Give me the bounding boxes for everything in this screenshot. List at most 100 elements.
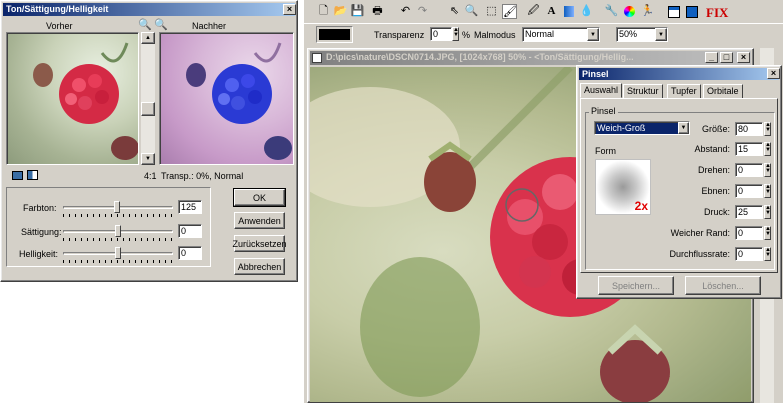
slider-label: Farbton: [23,203,57,213]
brush-param-label: Weicher Rand: [670,228,730,238]
chevron-down-icon[interactable]: ▼ [587,28,599,41]
scroll-thumb[interactable] [141,102,155,116]
brush-panel-titlebar[interactable]: Pinsel [579,68,779,80]
brush-param-field[interactable]: 0 [735,247,763,261]
chevron-down-icon[interactable]: ▼ [678,122,689,134]
slider-value-field[interactable]: 0 [178,224,202,238]
brush-param-spinner[interactable]: ▲ ▼ [764,122,771,136]
minimize-icon[interactable]: _ [705,52,718,63]
brush-param-label: Drehen: [697,165,730,175]
slider-value-field[interactable]: 125 [178,200,202,214]
form-scale: 2x [634,199,648,213]
slider-ticks [63,260,173,263]
apply-button[interactable]: Anwenden [234,212,285,229]
slider-value-field[interactable]: 0 [178,246,202,260]
brush-param-spinner[interactable]: ▲ ▼ [764,226,771,240]
tab-struktur[interactable]: Struktur [623,84,663,99]
before-preview[interactable] [6,32,139,165]
ok-button[interactable]: OK [233,188,286,207]
tab-orbitale[interactable]: Orbitale [703,84,743,99]
brush-type-value: Weich-Groß [597,123,646,133]
preview-mode-icon[interactable] [12,171,23,180]
options-toolbar: Transparenz 0 ▲ ▼ % Malmodus Normal ▼ 50%… [304,23,783,45]
zoom-out-icon[interactable]: 🔍 [154,18,168,31]
split-view-icon[interactable] [27,170,38,180]
fix-button[interactable]: FIX [706,5,728,21]
brush-param-field[interactable]: 15 [735,142,763,156]
brush-param-field[interactable]: 0 [735,184,763,198]
transparency-spinner[interactable]: ▲ ▼ [452,27,459,41]
zoom-select[interactable]: 50% ▼ [616,27,668,42]
pipette-icon[interactable]: 🖉 [526,4,541,19]
tab-tupfer[interactable]: Tupfer [667,84,701,99]
blend-mode-select[interactable]: Normal ▼ [522,27,600,42]
tile-icon[interactable] [684,4,699,19]
brush-param-label: Abstand: [694,144,730,154]
brush-param-spinner[interactable]: ▲ ▼ [764,205,771,219]
zoom-in-icon[interactable]: 🔍 [138,18,152,31]
preview-scrollbar[interactable]: ▲ ▼ [141,32,155,165]
maximize-icon[interactable]: □ [720,52,733,63]
slider-thumb[interactable] [115,247,121,259]
chevron-down-icon[interactable]: ▼ [655,28,667,41]
pointer-icon[interactable]: ⇖ [447,4,462,19]
image-window-titlebar[interactable]: D:\pics\nature\DSCN0714.JPG, [1024x768] … [310,51,751,65]
fill-icon[interactable] [562,4,577,19]
tab-auswahl[interactable]: Auswahl [580,83,623,98]
image-window-title: D:\pics\nature\DSCN0714.JPG, [1024x768] … [326,52,634,62]
figure-icon[interactable]: 🏃 [640,4,655,19]
print-icon[interactable]: 🖶 [370,4,385,19]
raspberry-blue-image [186,42,292,160]
close-icon[interactable]: × [737,52,750,63]
delete-brush-button[interactable]: Löschen... [685,276,761,295]
brush-panel-title: Pinsel [582,69,609,79]
brush-shape-preview: 2x [595,159,651,215]
brush-param-field[interactable]: 25 [735,205,763,219]
open-folder-icon[interactable]: 📂 [333,4,348,19]
main-toolbar: 🗋 📂 💾 🖶 ↶ ↷ ⇖ 🔍 ⬚ 🖌 🖉 A 💧 🔧 🏃 FIX [304,2,783,22]
wrench-icon[interactable]: 🔧 [604,4,619,19]
cancel-button[interactable]: Abbrechen [234,258,285,275]
save-brush-button[interactable]: Speichern... [598,276,674,295]
slider-thumb[interactable] [114,201,120,213]
slider-thumb[interactable] [115,225,121,237]
brush-param-spinner[interactable]: ▲ ▼ [764,163,771,177]
foreground-color-swatch[interactable] [316,26,353,43]
form-label: Form [595,146,616,156]
brush-param-spinner[interactable]: ▲ ▼ [764,247,771,261]
brush-param-field[interactable]: 80 [735,122,763,136]
close-icon[interactable]: × [283,4,296,15]
brush-param-spinner[interactable]: ▲ ▼ [764,142,771,156]
brush-param-label: Druck: [703,207,730,217]
window-icon[interactable] [666,4,681,19]
text-tool-icon[interactable]: A [544,4,559,19]
brush-param-spinner[interactable]: ▲ ▼ [764,184,771,198]
document-icon [312,53,322,63]
brush-param-label: Größe: [701,124,730,134]
brush-tool-icon[interactable]: 🖌 [502,4,517,19]
color-wheel-icon[interactable] [622,4,637,19]
selection-icon[interactable]: ⬚ [484,4,499,19]
zoom-tool-icon[interactable]: 🔍 [464,4,479,19]
brush-type-select[interactable]: Weich-Groß ▼ [594,121,690,135]
transparency-label: Transparenz [374,30,425,40]
new-file-icon[interactable]: 🗋 [316,4,331,19]
after-preview[interactable] [159,32,294,165]
hsl-dialog-title: Ton/Sättigung/Helligkeit [6,4,109,14]
close-icon[interactable]: × [767,68,780,79]
zoom-ratio: 4:1 [144,171,157,181]
after-label: Nachher [192,21,227,31]
redo-icon[interactable]: ↷ [415,4,430,19]
slider-label: Helligkeit: [19,249,59,259]
undo-icon[interactable]: ↶ [398,4,413,19]
drop-icon[interactable]: 💧 [579,4,594,19]
brush-param-label: Durchflussrate: [669,249,730,259]
hsl-dialog-titlebar[interactable]: Ton/Sättigung/Helligkeit [3,3,295,16]
reset-button[interactable]: Zurücksetzen [232,235,287,252]
brush-param-label: Ebnen: [701,186,730,196]
blend-mode-value: Normal [525,29,555,39]
save-icon[interactable]: 💾 [350,4,365,19]
brush-param-field[interactable]: 0 [735,226,763,240]
brush-param-field[interactable]: 0 [735,163,763,177]
transparency-field[interactable]: 0 [430,27,452,41]
